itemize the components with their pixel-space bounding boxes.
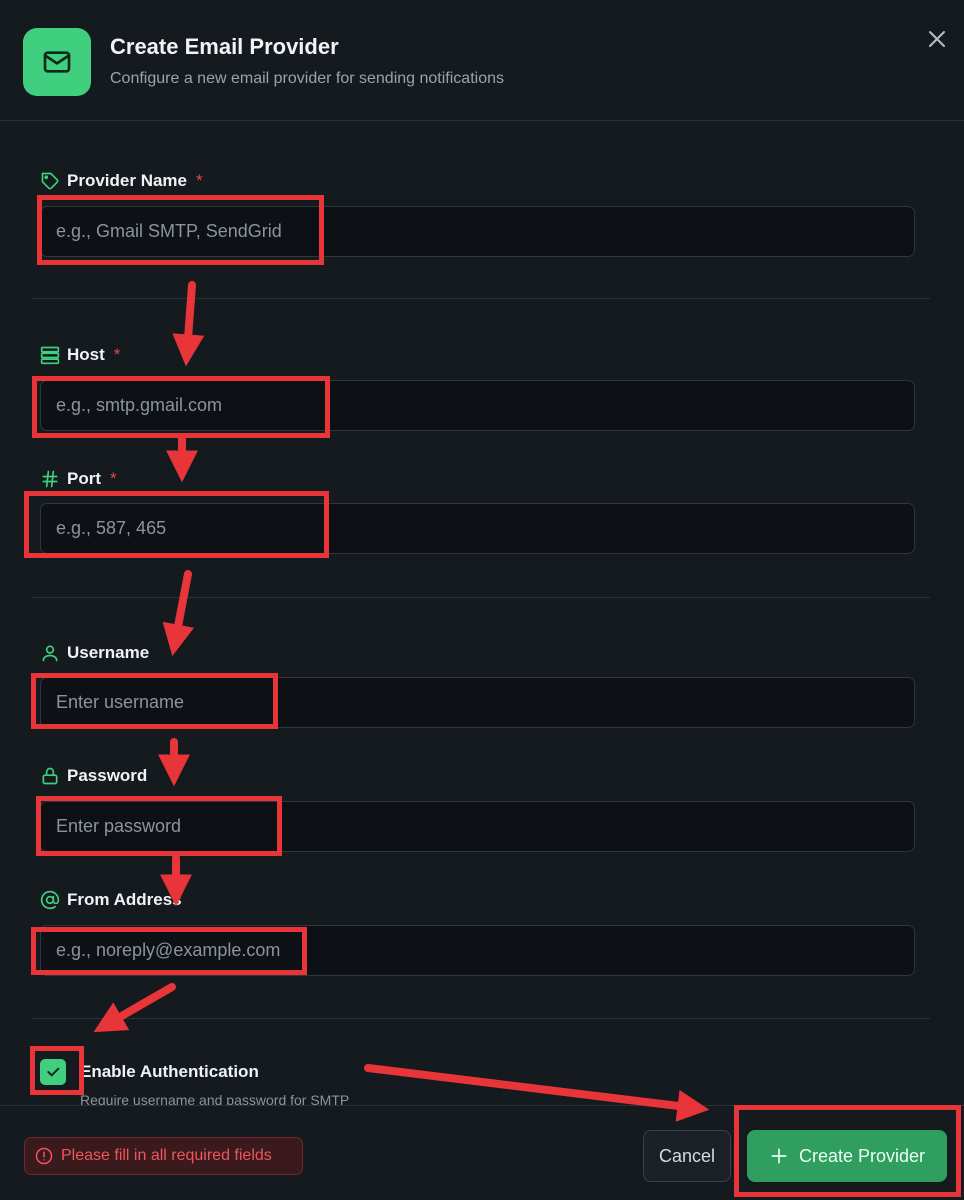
enable-authentication-checkbox[interactable]	[40, 1059, 66, 1085]
dialog-title: Create Email Provider	[110, 34, 339, 59]
tag-icon	[40, 171, 60, 191]
dialog-header: Create Email Provider Configure a new em…	[0, 0, 964, 121]
password-input[interactable]	[40, 801, 915, 852]
close-icon	[929, 31, 945, 47]
host-input[interactable]	[40, 380, 915, 431]
enable-authentication-label[interactable]: Enable Authentication	[80, 1062, 259, 1082]
user-icon	[40, 643, 60, 663]
at-sign-icon	[40, 890, 60, 910]
required-mark: *	[113, 345, 121, 364]
host-label-text: Host	[67, 345, 105, 364]
required-mark: *	[110, 469, 117, 488]
create-email-provider-dialog: Create Email Provider Configure a new em…	[0, 0, 964, 1200]
username-label-text: Username	[67, 643, 150, 662]
required-mark: *	[196, 171, 203, 190]
validation-error-message: Please fill in all required fields	[24, 1137, 303, 1175]
annotation-arrow	[172, 281, 205, 367]
section-divider	[32, 1018, 930, 1019]
server-icon	[40, 345, 60, 365]
password-label: Password	[40, 766, 147, 786]
from-address-label-text: From Address	[67, 890, 182, 909]
annotation-arrow	[364, 1064, 710, 1122]
username-label: Username	[40, 643, 149, 663]
dialog-subtitle: Configure a new email provider for sendi…	[110, 70, 504, 87]
port-label: Port *	[40, 469, 117, 489]
section-divider	[32, 298, 930, 299]
cancel-button[interactable]: Cancel	[643, 1130, 731, 1182]
section-divider	[32, 597, 930, 598]
create-provider-button[interactable]: Create Provider	[747, 1130, 947, 1182]
hash-icon	[40, 469, 60, 489]
close-button[interactable]	[924, 26, 950, 52]
error-text: Please fill in all required fields	[61, 1147, 272, 1164]
annotation-arrow	[93, 983, 176, 1033]
annotation-arrow	[162, 570, 195, 657]
check-icon	[47, 1067, 60, 1077]
provider-name-label: Provider Name *	[40, 171, 203, 191]
host-label: Host *	[40, 345, 120, 365]
from-address-input[interactable]	[40, 925, 915, 976]
create-provider-label: Create Provider	[798, 1145, 926, 1166]
port-label-text: Port	[67, 469, 101, 488]
port-input[interactable]	[40, 503, 915, 554]
provider-name-label-text: Provider Name	[67, 171, 187, 190]
password-label-text: Password	[67, 766, 148, 785]
provider-name-input[interactable]	[40, 206, 915, 257]
alert-circle-icon	[35, 1147, 53, 1165]
mail-icon	[23, 28, 91, 96]
username-input[interactable]	[40, 677, 915, 728]
from-address-label: From Address	[40, 890, 182, 910]
lock-icon	[40, 766, 60, 786]
plus-icon	[769, 1146, 789, 1166]
